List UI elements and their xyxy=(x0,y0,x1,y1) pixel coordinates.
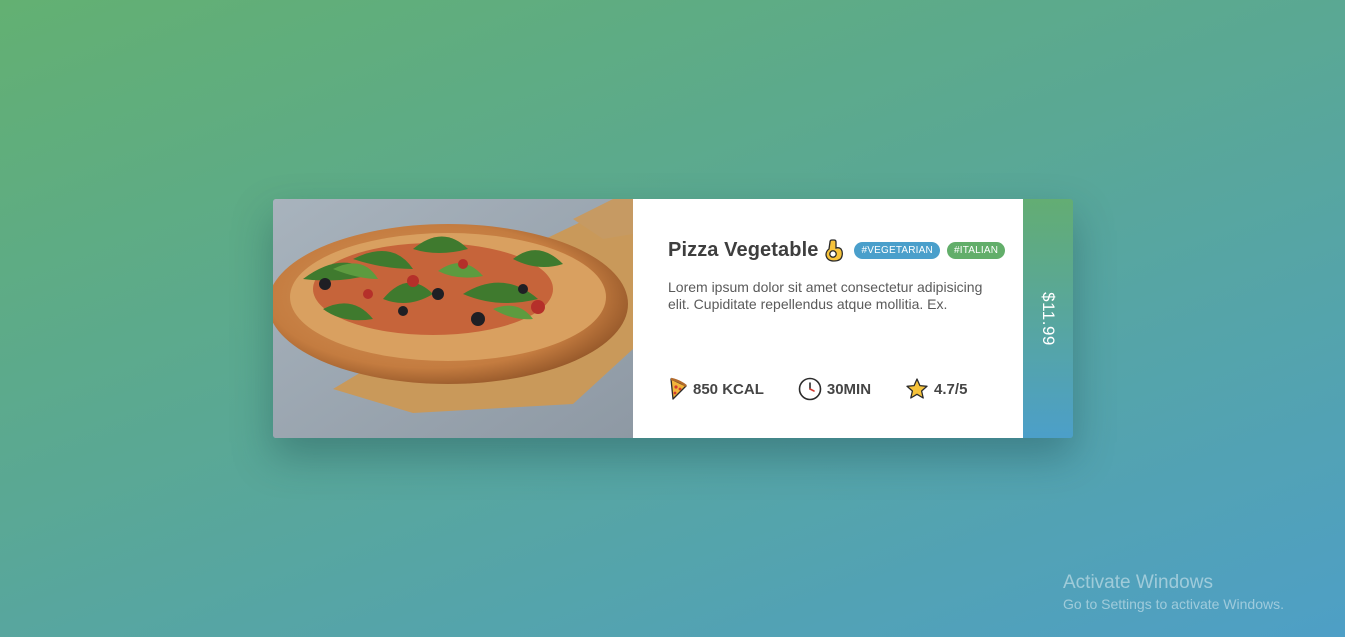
watermark-subtitle: Go to Settings to activate Windows. xyxy=(1063,596,1284,612)
stat-rating: 4.7/5 xyxy=(905,377,967,401)
card-description: Lorem ipsum dolor sit amet consectetur a… xyxy=(668,279,983,312)
calories-value: 850 KCAL xyxy=(693,380,764,398)
price-label: $11.99 xyxy=(1039,292,1058,346)
price-bar[interactable]: $11.99 xyxy=(1023,199,1073,438)
watermark-title: Activate Windows xyxy=(1063,572,1213,593)
card-stats: 850 KCAL 30MIN 4.7/5 xyxy=(668,377,1001,401)
food-card[interactable]: Pizza Vegetable #VEGETARIAN #ITALIAN Lor… xyxy=(273,199,1073,438)
clock-icon xyxy=(798,377,822,401)
title-row: Pizza Vegetable #VEGETARIAN #ITALIAN xyxy=(668,237,1023,263)
card-content: Pizza Vegetable #VEGETARIAN #ITALIAN Lor… xyxy=(633,199,1023,438)
ok-hand-icon xyxy=(824,238,844,262)
card-title: Pizza Vegetable xyxy=(668,238,819,261)
stat-calories: 850 KCAL xyxy=(668,377,764,401)
rating-value: 4.7/5 xyxy=(934,380,968,398)
pizza-slice-icon xyxy=(670,377,687,400)
tag-italian[interactable]: #ITALIAN xyxy=(946,241,1006,259)
pizza-photo xyxy=(273,199,633,438)
star-icon xyxy=(906,378,928,399)
time-value: 30MIN xyxy=(826,380,872,398)
tag-vegetarian[interactable]: #VEGETARIAN xyxy=(854,241,940,259)
stat-time: 30MIN xyxy=(798,377,871,401)
activate-windows-watermark: Activate Windows Go to Settings to activ… xyxy=(1063,572,1284,613)
